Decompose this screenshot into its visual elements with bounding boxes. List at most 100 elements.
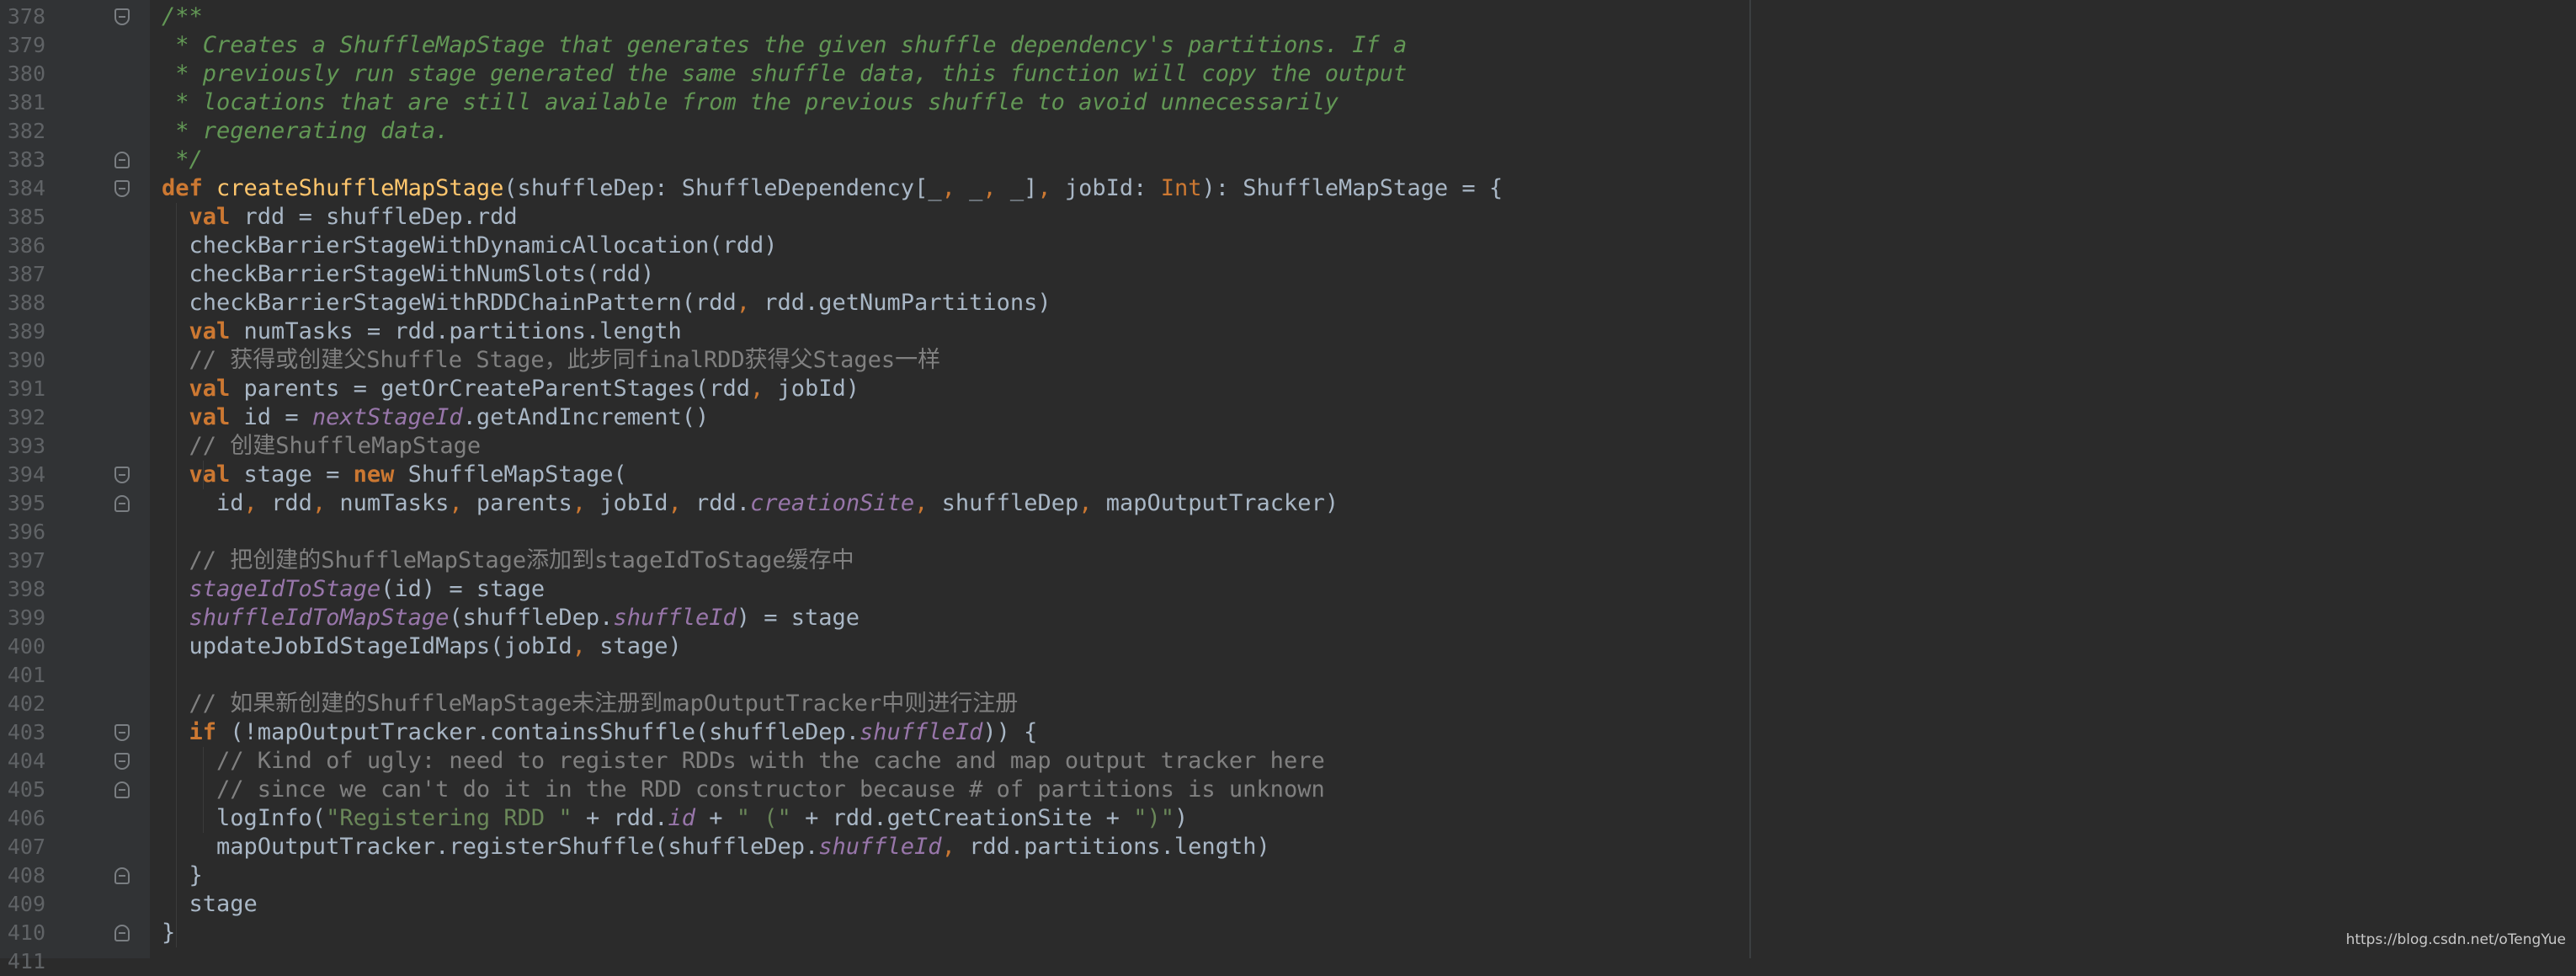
fold-marker-icon[interactable] — [114, 925, 130, 941]
line-number: 411 — [7, 949, 45, 973]
line-number: 402 — [7, 691, 45, 716]
code-text[interactable]: mapOutputTracker.registerShuffle(shuffle… — [162, 833, 1270, 861]
code-text[interactable]: * Creates a ShuffleMapStage that generat… — [162, 31, 1407, 60]
code-text[interactable]: */ — [162, 146, 203, 174]
line-number: 406 — [7, 806, 45, 830]
code-line[interactable]: 399 shuffleIdToMapStage(shuffleDep.shuff… — [0, 604, 2576, 632]
code-text[interactable]: /** — [162, 3, 203, 31]
code-token: val — [189, 318, 244, 344]
code-text[interactable]: def createShuffleMapStage(shuffleDep: Sh… — [162, 174, 1503, 203]
code-text[interactable]: checkBarrierStageWithDynamicAllocation(r… — [162, 232, 778, 260]
code-line[interactable]: 398 stageIdToStage(id) = stage — [0, 575, 2576, 604]
code-line[interactable]: 381 * locations that are still available… — [0, 88, 2576, 117]
code-line[interactable]: 404 // Kind of ugly: need to register RD… — [0, 747, 2576, 776]
code-text[interactable]: } — [162, 861, 203, 890]
code-text[interactable]: stageIdToStage(id) = stage — [162, 575, 546, 604]
code-text[interactable]: val stage = new ShuffleMapStage( — [162, 461, 627, 489]
code-text[interactable]: * locations that are still available fro… — [162, 88, 1339, 117]
code-text[interactable]: val rdd = shuffleDep.rdd — [162, 203, 518, 232]
code-line[interactable]: 402 // 如果新创建的ShuffleMapStage未注册到mapOutpu… — [0, 690, 2576, 718]
code-text[interactable]: checkBarrierStageWithNumSlots(rdd) — [162, 260, 655, 289]
code-line[interactable]: 396 — [0, 518, 2576, 547]
code-line[interactable]: 384 def createShuffleMapStage(shuffleDep:… — [0, 174, 2576, 203]
fold-marker-icon[interactable] — [114, 867, 130, 884]
code-line[interactable]: 395 id, rdd, numTasks, parents, jobId, r… — [0, 489, 2576, 518]
line-number: 380 — [7, 61, 45, 86]
code-token: ) = stage — [736, 605, 860, 631]
code-line[interactable]: 380 * previously run stage generated the… — [0, 60, 2576, 88]
line-number: 386 — [7, 233, 45, 258]
code-line[interactable]: 410} — [0, 919, 2576, 947]
code-text[interactable]: val parents = getOrCreateParentStages(rd… — [162, 375, 860, 403]
code-line[interactable]: 392 val id = nextStageId.getAndIncrement… — [0, 403, 2576, 432]
code-token: checkBarrierStageWithRDDChainPattern(rdd — [162, 290, 737, 316]
code-text[interactable]: // 获得或创建父Shuffle Stage，此步同finalRDD获得父Sta… — [162, 346, 941, 375]
code-text[interactable]: val numTasks = rdd.partitions.length — [162, 317, 682, 346]
code-token: rdd.getNumPartitions) — [764, 290, 1051, 316]
line-number: 388 — [7, 291, 45, 315]
code-text[interactable]: updateJobIdStageIdMaps(jobId, stage) — [162, 632, 682, 661]
code-line[interactable]: 408 } — [0, 861, 2576, 890]
code-text[interactable]: // since we can't do it in the RDD const… — [162, 776, 1325, 804]
code-editor[interactable]: 378/** 379 * Creates a ShuffleMapStage th… — [0, 0, 2576, 973]
code-line[interactable]: 400 updateJobIdStageIdMaps(jobId, stage) — [0, 632, 2576, 661]
code-line[interactable]: 406 logInfo("Registering RDD " + rdd.id … — [0, 804, 2576, 833]
code-text[interactable]: val id = nextStageId.getAndIncrement() — [162, 403, 710, 432]
code-text[interactable]: // Kind of ugly: need to register RDDs w… — [162, 747, 1325, 776]
code-token: _ — [969, 175, 983, 201]
fold-marker-icon[interactable] — [114, 8, 130, 25]
code-token: , — [941, 175, 970, 201]
code-line[interactable]: 411 — [0, 947, 2576, 976]
code-line[interactable]: 394 val stage = new ShuffleMapStage( — [0, 461, 2576, 489]
code-line[interactable]: 388 checkBarrierStageWithRDDChainPattern… — [0, 289, 2576, 317]
line-number: 401 — [7, 663, 45, 687]
code-text[interactable]: checkBarrierStageWithRDDChainPattern(rdd… — [162, 289, 1051, 317]
code-token: def — [162, 175, 217, 201]
code-token: stage) — [599, 633, 682, 659]
code-line[interactable]: 397 // 把创建的ShuffleMapStage添加到stageIdToSt… — [0, 547, 2576, 575]
code-token: , — [449, 490, 476, 516]
code-text[interactable]: shuffleIdToMapStage(shuffleDep.shuffleId… — [162, 604, 860, 632]
code-token: shuffleId — [818, 834, 942, 860]
fold-marker-icon[interactable] — [114, 180, 130, 197]
code-line[interactable]: 409 stage — [0, 890, 2576, 919]
code-line[interactable]: 387 checkBarrierStageWithNumSlots(rdd) — [0, 260, 2576, 289]
code-text[interactable]: id, rdd, numTasks, parents, jobId, rdd.c… — [162, 489, 1339, 518]
code-line[interactable]: 389 val numTasks = rdd.partitions.length — [0, 317, 2576, 346]
code-line[interactable]: 407 mapOutputTracker.registerShuffle(shu… — [0, 833, 2576, 861]
code-text[interactable]: if (!mapOutputTracker.containsShuffle(sh… — [162, 718, 1038, 747]
code-line[interactable]: 385 val rdd = shuffleDep.rdd — [0, 203, 2576, 232]
code-line[interactable]: 401 — [0, 661, 2576, 690]
code-text[interactable]: // 如果新创建的ShuffleMapStage未注册到mapOutputTra… — [162, 690, 1019, 718]
fold-marker-icon[interactable] — [114, 753, 130, 770]
code-token: + rdd. — [572, 805, 668, 831]
line-number: 399 — [7, 605, 45, 630]
fold-marker-icon[interactable] — [114, 467, 130, 483]
fold-marker-icon[interactable] — [114, 724, 130, 741]
code-text[interactable]: } — [162, 919, 175, 947]
code-line[interactable]: 378 /** — [0, 3, 2576, 31]
code-token: val — [189, 461, 244, 488]
code-line[interactable]: 405 // since we can't do it in the RDD c… — [0, 776, 2576, 804]
code-text[interactable]: * regenerating data. — [162, 117, 449, 146]
line-number: 405 — [7, 777, 45, 802]
code-text[interactable]: // 把创建的ShuffleMapStage添加到stageIdToStage缓… — [162, 547, 854, 575]
code-line[interactable]: 386 checkBarrierStageWithDynamicAllocati… — [0, 232, 2576, 260]
code-line[interactable]: 393 // 创建ShuffleMapStage — [0, 432, 2576, 461]
code-line[interactable]: 403 if (!mapOutputTracker.containsShuffl… — [0, 718, 2576, 747]
code-line[interactable]: 383 */ — [0, 146, 2576, 174]
fold-marker-icon[interactable] — [114, 781, 130, 798]
code-line[interactable]: 390 // 获得或创建父Shuffle Stage，此步同finalRDD获得… — [0, 346, 2576, 375]
code-line[interactable]: 391 val parents = getOrCreateParentStage… — [0, 375, 2576, 403]
fold-marker-icon[interactable] — [114, 495, 130, 512]
code-token: rdd. — [695, 490, 751, 516]
code-text[interactable]: logInfo("Registering RDD " + rdd.id + " … — [162, 804, 1188, 833]
line-number: 390 — [7, 348, 45, 372]
code-text[interactable]: // 创建ShuffleMapStage — [162, 432, 482, 461]
code-text[interactable]: stage — [162, 890, 258, 919]
code-line[interactable]: 379 * Creates a ShuffleMapStage that gen… — [0, 31, 2576, 60]
fold-marker-icon[interactable] — [114, 152, 130, 168]
code-text[interactable]: * previously run stage generated the sam… — [162, 60, 1407, 88]
code-line[interactable]: 382 * regenerating data. — [0, 117, 2576, 146]
